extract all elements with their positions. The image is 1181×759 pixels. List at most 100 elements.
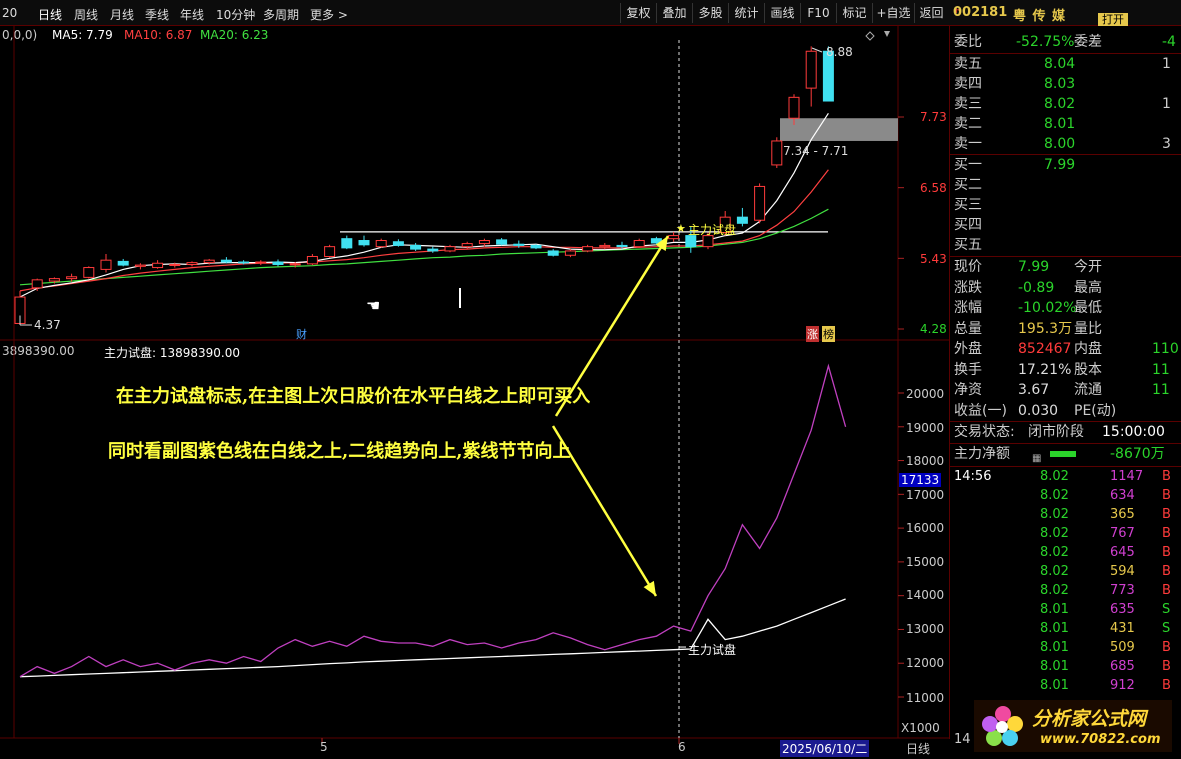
candle-body — [306, 255, 318, 265]
tick-price: 8.02 — [1040, 507, 1069, 522]
bang-marker[interactable]: 榜 — [822, 326, 835, 342]
bid-row[interactable]: 买五 — [950, 235, 1181, 255]
tick-side: B — [1162, 564, 1171, 579]
purple-line — [19, 363, 847, 678]
candle-body — [324, 246, 336, 257]
main-axis-label: 7.73 — [920, 110, 947, 124]
bid-row[interactable]: 买三 — [950, 195, 1181, 215]
candle-body — [616, 244, 628, 248]
candle-body — [427, 248, 439, 252]
netflow-bar — [1050, 451, 1076, 457]
candle-body — [203, 259, 215, 264]
netflow-value: -8670万 — [1110, 446, 1165, 462]
candle-body — [461, 243, 473, 248]
bid-row[interactable]: 买一 7.99 — [950, 155, 1181, 175]
candle-body — [255, 261, 267, 264]
netflow-label: 主力净额 — [954, 446, 1010, 462]
tick-volume: 685 — [1110, 659, 1135, 674]
candle-body — [410, 244, 422, 250]
stat-label-2: 内盘 — [1074, 341, 1102, 357]
kline-chart[interactable]: ★ — [0, 0, 949, 759]
bottom-time: 14 — [954, 732, 971, 747]
candle-body — [496, 239, 508, 245]
tick-volume: 767 — [1110, 526, 1135, 541]
finance-marker[interactable]: 财 — [296, 326, 307, 342]
sub-axis-label: 11000 — [906, 691, 945, 705]
stat-row[interactable]: 换手 17.21% 股本 11 — [950, 360, 1181, 380]
ask-row[interactable]: 卖四 8.03 — [950, 74, 1181, 94]
stat-row[interactable]: 收益(一) 0.030 PE(动) — [950, 401, 1181, 421]
annotation-line-1: 在主力试盘标志,在主图上次日股价在水平白线之上即可买入 — [116, 386, 591, 407]
gap-range-label: 7.34 - 7.71 — [783, 144, 849, 158]
tick-price: 8.01 — [1040, 678, 1069, 693]
stat-label-2: 股本 — [1074, 361, 1102, 378]
tick-row: 8.01 912 B — [950, 676, 1181, 695]
stat-row[interactable]: 外盘 852467 内盘 110 — [950, 339, 1181, 359]
bid-row[interactable]: 买四 — [950, 215, 1181, 235]
tick-price: 8.02 — [1040, 583, 1069, 598]
ask-price: 8.04 — [1044, 56, 1076, 72]
tick-volume: 635 — [1110, 602, 1135, 617]
weibi-value: -52.75% — [1016, 34, 1075, 50]
ask-row[interactable]: 卖一 8.00 3 — [950, 134, 1181, 154]
candle-body — [599, 244, 611, 248]
trade-state: 闭市阶段 — [1028, 424, 1084, 440]
tick-volume: 431 — [1110, 621, 1135, 636]
tick-row: 8.02 645 B — [950, 543, 1181, 562]
zhang-marker[interactable]: 涨 — [806, 326, 819, 342]
signal-star-icon: ★ — [676, 222, 686, 235]
watermark-logo: 分析家公式网 www.70822.com — [974, 700, 1172, 752]
stat-row[interactable]: 现价 7.99 今开 — [950, 257, 1181, 277]
weicha-label: 委差 — [1074, 34, 1102, 50]
open-badge[interactable]: 打开 — [1098, 13, 1128, 26]
sub-axis-label: 17000 — [906, 488, 945, 502]
x-axis-date: 2025/06/10/二 — [780, 740, 870, 757]
candle-body — [736, 216, 748, 224]
candle-body — [220, 259, 232, 263]
candle-body — [392, 241, 404, 246]
tick-side: S — [1162, 621, 1171, 636]
candle-body — [169, 263, 181, 266]
tick-row: 8.02 773 B — [950, 581, 1181, 600]
stat-row[interactable]: 总量 195.3万 量比 — [950, 319, 1181, 339]
stock-name: 粤 传 媒 — [1013, 9, 1067, 24]
candle-body — [530, 244, 542, 249]
sub-axis-label: 18000 — [906, 454, 945, 468]
ask-row[interactable]: 卖二 8.01 — [950, 114, 1181, 134]
hand-cursor-icon: ☚ — [366, 296, 381, 315]
stat-label: 外盘 — [954, 341, 982, 357]
tick-price: 8.02 — [1040, 545, 1069, 560]
candle-body — [582, 246, 594, 252]
stat-row[interactable]: 涨幅 -10.02% 最低 — [950, 298, 1181, 318]
main-axis-label: 4.28 — [920, 322, 947, 336]
sub-scale-label: X1000 — [901, 721, 940, 735]
tick-row: 8.02 594 B — [950, 562, 1181, 581]
main-axis-label: 5.43 — [920, 252, 947, 266]
candle-body — [341, 238, 353, 249]
tick-side: B — [1162, 583, 1171, 598]
ask-price: 8.00 — [1044, 136, 1076, 152]
tick-volume: 645 — [1110, 545, 1135, 560]
logo-url: www.70822.com — [1040, 732, 1161, 747]
tick-price: 8.01 — [1040, 640, 1069, 655]
stat-value-2: 110 — [1152, 341, 1179, 357]
quote-panel: 委比 -52.75% 委差 -4 卖五 8.04 1 卖四 8.03 卖三 8.02 1 卖二 8… — [949, 26, 1181, 747]
annotation-line-2: 同时看副图紫色线在白线之上,二线趋势向上,紫线节节向上 — [108, 441, 571, 462]
ask-price: 8.03 — [1044, 76, 1076, 92]
stat-value: 7.99 — [1018, 259, 1050, 275]
candle-body — [358, 240, 370, 246]
candle-body — [547, 250, 559, 256]
ask-row[interactable]: 卖五 8.04 1 — [950, 54, 1181, 74]
stat-label: 收益(一) — [954, 402, 1007, 419]
weicha-value: -4 — [1162, 34, 1176, 50]
signal-label-main: 主力试盘 — [688, 223, 737, 237]
ma5-line — [19, 112, 829, 298]
candle-body — [805, 50, 817, 89]
ask-row[interactable]: 卖三 8.02 1 — [950, 94, 1181, 114]
stat-row[interactable]: 涨跌 -0.89 最高 — [950, 278, 1181, 298]
weibi-row: 委比 -52.75% 委差 -4 — [950, 32, 1181, 52]
stat-row[interactable]: 净资 3.67 流通 11 — [950, 380, 1181, 400]
bid-row[interactable]: 买二 — [950, 175, 1181, 195]
stat-label: 现价 — [954, 259, 982, 275]
sub-axis-label: 14000 — [906, 588, 945, 602]
